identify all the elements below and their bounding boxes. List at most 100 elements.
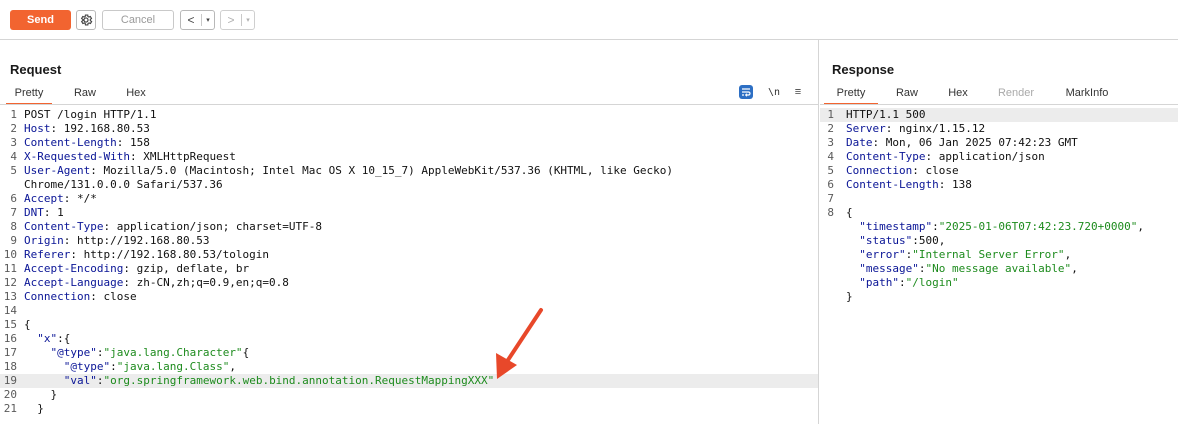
header-name: Referer [24, 248, 71, 261]
line-content: Content-Length: 158 [24, 136, 150, 150]
code-line: "path":"/login" [820, 276, 1178, 290]
header-name: Accept [24, 192, 64, 205]
tab-hex[interactable]: Hex [937, 86, 979, 103]
line-content: Content-Length: 138 [846, 178, 972, 192]
line-number: 7 [827, 192, 834, 205]
tab-pretty[interactable]: Pretty [824, 86, 878, 105]
code-line: 6 Accept: */* [0, 192, 818, 206]
code-text: } [846, 290, 853, 303]
line-content: } [24, 402, 44, 416]
line-number: 2 [10, 122, 17, 135]
tab-render[interactable]: Render [991, 86, 1041, 103]
forward-arrow-icon: > [227, 13, 235, 27]
menu-icon[interactable]: ≡ [792, 85, 804, 99]
line-content: "val":"org.springframework.web.bind.anno… [24, 374, 494, 388]
code-text: HTTP/1.1 500 [846, 108, 926, 121]
string-value: "java.lang.Character" [103, 346, 243, 359]
header-name: Content-Length [846, 178, 939, 191]
line-number: 15 [3, 318, 17, 331]
chevron-down-icon[interactable]: ▾ [202, 16, 214, 24]
line-content: User-Agent: Mozilla/5.0 (Macintosh; Inte… [24, 164, 673, 178]
code-line: 20 } [0, 388, 818, 402]
divider [0, 104, 818, 105]
code-text: : http://192.168.80.53 [63, 234, 210, 247]
line-content: DNT: 1 [24, 206, 64, 220]
cancel-button[interactable]: Cancel [102, 10, 174, 30]
code-line: "error":"Internal Server Error", [820, 248, 1178, 262]
code-line: 16 "x":{ [0, 332, 818, 346]
code-line: 2 Server: nginx/1.15.12 [820, 122, 1178, 136]
code-text: : http://192.168.80.53/tologin [70, 248, 270, 261]
tab-raw[interactable]: Raw [62, 86, 108, 103]
tab-hex[interactable]: Hex [113, 86, 159, 103]
chevron-down-icon[interactable]: ▾ [242, 16, 254, 24]
line-content: X-Requested-With: XMLHttpRequest [24, 150, 236, 164]
line-number: 12 [3, 276, 17, 289]
code-text: : 1 [43, 206, 64, 219]
code-line: } [820, 290, 1178, 304]
code-text: : 138 [938, 178, 972, 191]
code-line: 1 HTTP/1.1 500 [820, 108, 1178, 122]
code-text: :{ [57, 332, 71, 345]
tab-raw[interactable]: Raw [885, 86, 929, 103]
tab-pretty[interactable]: Pretty [6, 86, 52, 105]
code-text: { [846, 206, 853, 219]
code-text: , [1071, 262, 1078, 275]
header-name: Date [846, 136, 873, 149]
code-text: : XMLHttpRequest [129, 150, 236, 163]
code-text: , [229, 360, 236, 373]
header-name: Accept-Encoding [24, 262, 124, 275]
line-content: Origin: http://192.168.80.53 [24, 234, 209, 248]
request-editor[interactable]: 1 POST /login HTTP/1.1 2 Host: 192.168.80.5… [0, 108, 818, 416]
send-button[interactable]: Send [10, 10, 71, 30]
line-number: 9 [10, 234, 17, 247]
word-wrap-button[interactable] [739, 85, 753, 99]
line-number: 17 [3, 346, 17, 359]
code-line: 17 "@type":"java.lang.Character"{ [0, 346, 818, 360]
line-number: 4 [827, 150, 834, 163]
show-newlines-button[interactable]: \n [767, 85, 781, 99]
line-number: 4 [10, 150, 17, 163]
json-key: "x" [37, 332, 58, 345]
json-key: "@type" [63, 360, 111, 373]
line-number: 16 [3, 332, 17, 345]
line-number: 3 [827, 136, 834, 149]
code-line: 10 Referer: http://192.168.80.53/tologin [0, 248, 818, 262]
code-line: 11 Accept-Encoding: gzip, deflate, br [0, 262, 818, 276]
header-name: Connection [24, 290, 91, 303]
forward-button[interactable]: > ▾ [220, 10, 255, 30]
json-key: "error" [859, 248, 906, 261]
line-content: "path":"/login" [846, 276, 958, 290]
request-panel: Request Pretty Raw Hex \n ≡ 1 POST /login… [0, 40, 819, 424]
code-text: : gzip, deflate, br [123, 262, 250, 275]
toolbar: Send Cancel < ▾ > ▾ [0, 0, 1178, 40]
string-value: "2025-01-06T07:42:23.720+0000" [938, 220, 1138, 233]
code-line: 4 Content-Type: application/json [820, 150, 1178, 164]
tab-markinfo[interactable]: MarkInfo [1058, 86, 1116, 103]
code-text: , [1137, 220, 1145, 233]
line-number: 1 [827, 108, 834, 121]
line-number: 5 [10, 164, 17, 177]
line-content: Chrome/131.0.0.0 Safari/537.36 [24, 178, 223, 192]
json-key: "status" [859, 234, 913, 247]
response-tabs: Pretty Raw Hex Render MarkInfo [820, 86, 1178, 105]
code-line: 18 "@type":"java.lang.Class", [0, 360, 818, 374]
line-content: Connection: close [846, 164, 959, 178]
code-line: 5 User-Agent: Mozilla/5.0 (Macintosh; Int… [0, 164, 818, 178]
code-text: : nginx/1.15.12 [885, 122, 986, 135]
header-name: X-Requested-With [24, 150, 130, 163]
code-line: 21 } [0, 402, 818, 416]
header-name: Content-Type [846, 150, 926, 163]
header-name: Content-Length [24, 136, 117, 149]
code-line: 15 { [0, 318, 818, 332]
header-name: Origin [24, 234, 64, 247]
code-text: : */* [63, 192, 97, 205]
line-content: { [846, 206, 853, 220]
json-key: "val" [63, 374, 97, 387]
settings-button[interactable] [76, 10, 96, 30]
response-editor[interactable]: 1 HTTP/1.1 500 2 Server: nginx/1.15.12 3 Date… [820, 108, 1178, 304]
back-button[interactable]: < ▾ [180, 10, 215, 30]
